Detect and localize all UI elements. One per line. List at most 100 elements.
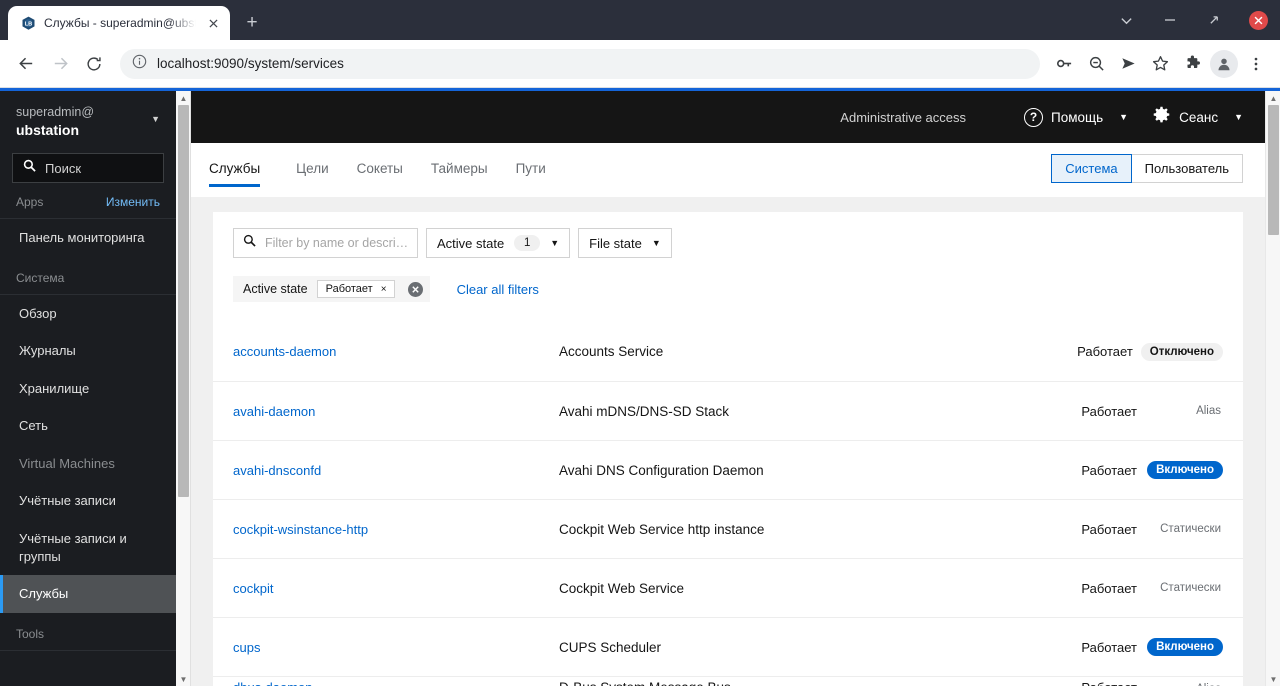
close-icon	[1248, 10, 1268, 30]
tab-sockets[interactable]: Сокеты	[343, 155, 417, 187]
scroll-up-arrow-icon[interactable]: ▲	[176, 91, 191, 105]
key-icon[interactable]	[1050, 50, 1078, 78]
close-icon[interactable]	[204, 14, 222, 32]
chevron-down-icon[interactable]	[1104, 0, 1148, 40]
file-state-label: File state	[589, 235, 642, 251]
scope-toggle-system[interactable]: Система	[1051, 154, 1132, 183]
chevron-down-icon: ▼	[151, 114, 160, 124]
clear-all-filters-link[interactable]: Clear all filters	[457, 282, 539, 297]
tab-services[interactable]: Службы	[209, 155, 274, 187]
info-circle-icon	[132, 54, 147, 74]
services-filter-input[interactable]: Filter by name or descri…	[233, 228, 418, 258]
status-badge: Статически	[1160, 582, 1221, 594]
sidebar-item-storage[interactable]: Хранилище	[0, 370, 176, 408]
browser-tab[interactable]: LB Службы - superadmin@ubstation	[8, 6, 230, 40]
filter-chip[interactable]: Работает ×	[316, 280, 395, 298]
tab-targets[interactable]: Цели	[282, 155, 342, 187]
maximize-icon[interactable]	[1192, 0, 1236, 40]
chevron-down-icon: ▼	[1119, 112, 1129, 122]
forward-arrow-icon[interactable]	[44, 48, 76, 80]
cockpit-topbar: Administrative access ? Помощь ▼ Сеанс ▼	[191, 91, 1265, 143]
browser-window: LB Службы - superadmin@ubstation +	[0, 0, 1280, 687]
scope-toggle-user[interactable]: Пользователь	[1130, 154, 1243, 183]
sidebar-apps-group-header: Apps Изменить	[0, 183, 176, 220]
session-menu-label: Сеанс	[1179, 109, 1219, 125]
status-badge: Alias	[1187, 680, 1223, 686]
zoom-out-icon[interactable]	[1082, 50, 1110, 78]
table-row[interactable]: cups CUPS Scheduler Работает Включено	[213, 617, 1243, 676]
service-active-state: Работает	[1025, 680, 1145, 686]
back-arrow-icon[interactable]	[10, 48, 42, 80]
table-row[interactable]: cockpit Cockpit Web Service Работает Ста…	[213, 558, 1243, 617]
sidebar-item-dashboard[interactable]: Панель мониторинга	[0, 219, 176, 257]
sidebar-system-label: Система	[0, 257, 176, 295]
status-badge: Alias	[1196, 405, 1221, 417]
minimize-button[interactable]	[1148, 0, 1192, 40]
sidebar-item-virtual-machines[interactable]: Virtual Machines	[0, 445, 176, 483]
scroll-down-arrow-icon[interactable]: ▼	[1266, 672, 1280, 686]
tab-paths[interactable]: Пути	[502, 155, 560, 187]
window-controls	[1104, 0, 1280, 40]
close-icon[interactable]: ×	[381, 284, 387, 295]
reload-icon[interactable]	[78, 48, 110, 80]
table-row[interactable]: avahi-dnsconfd Avahi DNS Configuration D…	[213, 440, 1243, 499]
status-badge: Отключено	[1140, 342, 1223, 361]
tab-timers[interactable]: Таймеры	[417, 155, 502, 187]
sidebar-search-input[interactable]: Поиск	[12, 153, 164, 184]
session-menu[interactable]: Сеанс ▼	[1152, 106, 1243, 128]
table-row[interactable]: dbus-daemon D-Bus System Message Bus Раб…	[213, 676, 1243, 686]
scrollbar-thumb[interactable]	[1268, 105, 1279, 235]
service-description: Accounts Service	[559, 344, 664, 359]
table-row[interactable]: avahi-daemon Avahi mDNS/DNS-SD Stack Раб…	[213, 381, 1243, 440]
service-name-link[interactable]: avahi-dnsconfd	[233, 463, 559, 478]
address-bar-url: localhost:9090/system/services	[157, 56, 344, 71]
scroll-up-arrow-icon[interactable]: ▲	[1266, 91, 1280, 105]
scroll-down-arrow-icon[interactable]: ▼	[176, 672, 191, 686]
service-description: Cockpit Web Service http instance	[559, 521, 765, 537]
three-dot-menu-icon[interactable]	[1242, 50, 1270, 78]
address-bar[interactable]: localhost:9090/system/services	[120, 48, 1040, 79]
sidebar-item-network[interactable]: Сеть	[0, 407, 176, 445]
profile-avatar-icon[interactable]	[1210, 49, 1238, 78]
service-name-link[interactable]: cockpit-wsinstance-http	[233, 522, 559, 537]
extensions-puzzle-icon[interactable]	[1178, 50, 1206, 78]
send-icon[interactable]	[1114, 50, 1142, 78]
page-scrollbar-right[interactable]: ▲ ▼	[1265, 91, 1280, 686]
gear-icon	[1152, 106, 1171, 128]
close-window-button[interactable]	[1236, 0, 1280, 40]
table-row[interactable]: accounts-daemon Accounts Service Работае…	[213, 322, 1243, 381]
sidebar-host-switcher[interactable]: superadmin@ ubstation ▼	[0, 91, 176, 151]
service-name-link[interactable]: cockpit	[233, 581, 559, 596]
page-tabs: Службы Цели Сокеты Таймеры Пути	[209, 143, 560, 187]
page-tabs-bar: Службы Цели Сокеты Таймеры Пути Система …	[191, 143, 1265, 197]
service-name-link[interactable]: dbus-daemon	[233, 680, 559, 686]
clear-circle-icon[interactable]	[407, 281, 423, 297]
services-page: Службы Цели Сокеты Таймеры Пути Система …	[191, 143, 1265, 686]
active-state-select[interactable]: Active state 1 ▼	[426, 228, 571, 258]
content-scrollbar-left[interactable]: ▲ ▼	[176, 91, 191, 686]
sidebar-item-accounts[interactable]: Учётные записи	[0, 482, 176, 520]
star-icon[interactable]	[1146, 50, 1174, 78]
sidebar-apps-edit-link[interactable]: Изменить	[106, 195, 160, 209]
help-menu[interactable]: ? Помощь ▼	[1024, 107, 1129, 127]
sidebar-item-overview[interactable]: Обзор	[0, 295, 176, 333]
service-description: Avahi DNS Configuration Daemon	[559, 462, 764, 478]
cockpit-app: superadmin@ ubstation ▼ Поиск Apps Измен…	[0, 91, 1280, 686]
services-filter-placeholder: Filter by name or descri…	[265, 236, 408, 250]
service-name-link[interactable]: accounts-daemon	[233, 344, 559, 359]
table-row[interactable]: cockpit-wsinstance-http Cockpit Web Serv…	[213, 499, 1243, 558]
filter-toolbar: Filter by name or descri… Active state 1…	[213, 212, 1243, 258]
service-name-link[interactable]: avahi-daemon	[233, 404, 559, 419]
cockpit-logo-icon: LB	[20, 15, 36, 31]
service-name-link[interactable]: cups	[233, 640, 559, 655]
administrative-access-label[interactable]: Administrative access	[840, 110, 966, 125]
scrollbar-thumb[interactable]	[178, 105, 189, 497]
sidebar-item-services[interactable]: Службы	[0, 575, 176, 613]
sidebar-item-logs[interactable]: Журналы	[0, 332, 176, 370]
file-state-select[interactable]: File state ▼	[578, 228, 672, 258]
service-file-state-cell: Включено	[1145, 638, 1223, 656]
chip-group-active-state: Active state Работает ×	[233, 276, 430, 302]
sidebar-item-accounts-and-groups[interactable]: Учётные записи и группы	[0, 520, 176, 575]
new-tab-button[interactable]: +	[238, 9, 266, 37]
status-badge: Статически	[1160, 523, 1221, 535]
